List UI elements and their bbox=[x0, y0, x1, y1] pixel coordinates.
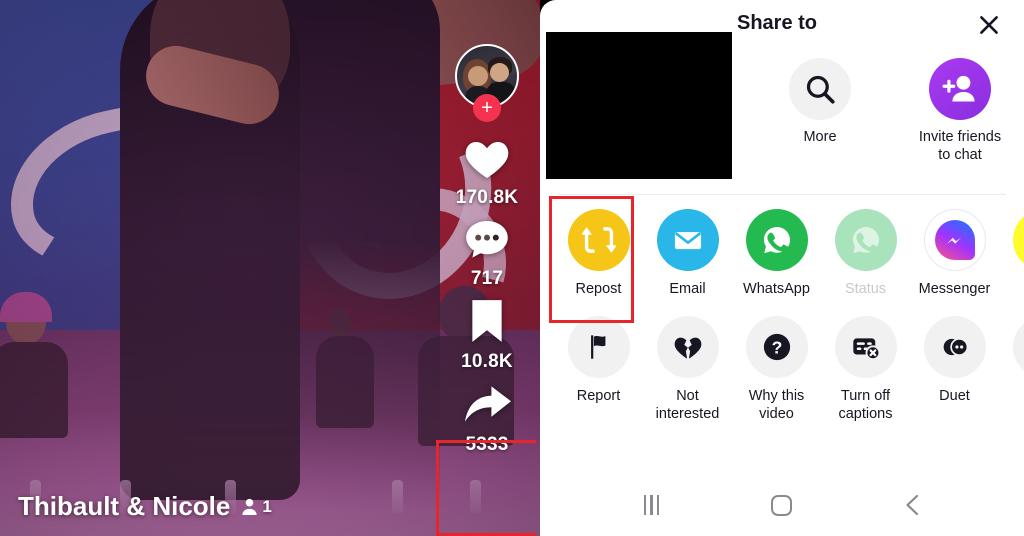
like-button[interactable]: 170.8K bbox=[456, 136, 518, 209]
share-sheet-title: Share to bbox=[736, 12, 818, 34]
svg-text:?: ? bbox=[771, 338, 782, 358]
home-icon bbox=[771, 494, 793, 516]
option-why-this-video-label: Why this video bbox=[748, 388, 805, 423]
tiktok-share-screen: + 170.8K 717 10.8K 5333 Thibault & Nicol… bbox=[0, 0, 1024, 536]
bookmark-count: 10.8K bbox=[461, 351, 513, 372]
option-duet[interactable]: Duet bbox=[910, 316, 999, 405]
share-app-repost-label: Repost bbox=[575, 281, 622, 297]
share-sheet: Share to More Invite friends to chat Rep… bbox=[540, 0, 1024, 536]
share-arrow-icon bbox=[459, 381, 515, 432]
whatsapp-status-icon bbox=[834, 209, 897, 271]
snapchat-icon bbox=[1012, 209, 1024, 271]
option-report-label: Report bbox=[576, 388, 621, 405]
invite-friends-button[interactable]: Invite friends to chat bbox=[912, 58, 1008, 164]
follow-plus-icon[interactable]: + bbox=[473, 94, 501, 122]
stitch-icon bbox=[1012, 316, 1024, 379]
share-app-messenger[interactable]: Messenger bbox=[910, 209, 999, 298]
option-not-interested[interactable]: Not interested bbox=[643, 316, 732, 423]
share-app-email[interactable]: Email bbox=[643, 209, 732, 298]
option-turn-off-captions[interactable]: Turn off captions bbox=[821, 316, 910, 423]
captions-off-icon bbox=[834, 316, 897, 379]
flag-icon bbox=[567, 316, 630, 379]
share-app-status[interactable]: Status bbox=[821, 209, 910, 298]
video-action-rail: + 170.8K 717 10.8K 5333 bbox=[444, 44, 530, 464]
option-duet-label: Duet bbox=[939, 388, 970, 405]
viewer-count: 1 bbox=[240, 496, 272, 517]
video-caption: Thibault & Nicole 1 bbox=[18, 491, 272, 522]
broken-heart-icon bbox=[656, 316, 719, 379]
close-icon[interactable] bbox=[974, 10, 1004, 40]
comment-count: 717 bbox=[470, 268, 504, 289]
home-button[interactable] bbox=[752, 483, 812, 527]
whatsapp-icon bbox=[745, 209, 808, 271]
share-app-snapchat[interactable]: Sn bbox=[999, 209, 1024, 298]
video-thumbnail[interactable] bbox=[546, 32, 732, 179]
heart-icon bbox=[463, 136, 511, 185]
recent-apps-button[interactable] bbox=[621, 483, 681, 527]
more-button[interactable]: More bbox=[772, 58, 868, 164]
like-count: 170.8K bbox=[455, 187, 519, 208]
viewer-count-value: 1 bbox=[262, 496, 272, 516]
person-icon bbox=[242, 498, 257, 516]
invite-friends-label: Invite friends to chat bbox=[918, 129, 1002, 164]
back-chevron-icon bbox=[906, 494, 918, 516]
option-stitch[interactable]: S bbox=[999, 316, 1024, 405]
share-sheet-header: Share to bbox=[540, 0, 1024, 52]
comment-button[interactable]: 717 bbox=[463, 217, 511, 290]
repost-icon bbox=[567, 209, 630, 271]
duet-icon bbox=[923, 316, 986, 379]
android-navigation-bar bbox=[540, 474, 1024, 536]
share-app-status-label: Status bbox=[844, 281, 887, 297]
share-app-whatsapp[interactable]: WhatsApp bbox=[732, 209, 821, 298]
option-not-interested-label: Not interested bbox=[655, 388, 720, 423]
top-actions: More Invite friends to chat bbox=[772, 58, 1008, 164]
sheet-divider bbox=[558, 194, 1006, 195]
bookmark-icon bbox=[466, 298, 508, 349]
author-username[interactable]: Thibault & Nicole bbox=[18, 491, 230, 522]
video-player[interactable]: + 170.8K 717 10.8K 5333 Thibault & Nicol… bbox=[0, 0, 540, 536]
recent-apps-icon bbox=[643, 495, 660, 515]
share-app-repost[interactable]: Repost bbox=[554, 209, 643, 298]
share-button[interactable]: 5333 bbox=[459, 381, 515, 456]
question-mark-icon: ? bbox=[745, 316, 808, 379]
share-option-row: Report Not interested ? Why this video T… bbox=[540, 316, 1024, 423]
share-app-row: Repost Email WhatsApp Status Messenger bbox=[540, 209, 1024, 298]
messenger-icon bbox=[923, 209, 986, 271]
more-label: More bbox=[803, 129, 837, 145]
email-icon bbox=[656, 209, 719, 271]
option-turn-off-captions-label: Turn off captions bbox=[838, 388, 893, 423]
bookmark-button[interactable]: 10.8K bbox=[461, 298, 513, 373]
search-icon bbox=[789, 58, 851, 120]
author-avatar-group[interactable]: + bbox=[455, 44, 519, 122]
option-report[interactable]: Report bbox=[554, 316, 643, 405]
share-app-whatsapp-label: WhatsApp bbox=[743, 281, 810, 297]
share-sheet-top-row: More Invite friends to chat bbox=[540, 32, 1024, 188]
share-app-messenger-label: Messenger bbox=[918, 281, 991, 297]
invite-friends-icon bbox=[929, 58, 991, 120]
back-button[interactable] bbox=[883, 483, 943, 527]
share-app-email-label: Email bbox=[669, 281, 706, 297]
share-count: 5333 bbox=[465, 434, 509, 455]
option-why-this-video[interactable]: ? Why this video bbox=[732, 316, 821, 423]
comment-icon bbox=[463, 217, 511, 266]
